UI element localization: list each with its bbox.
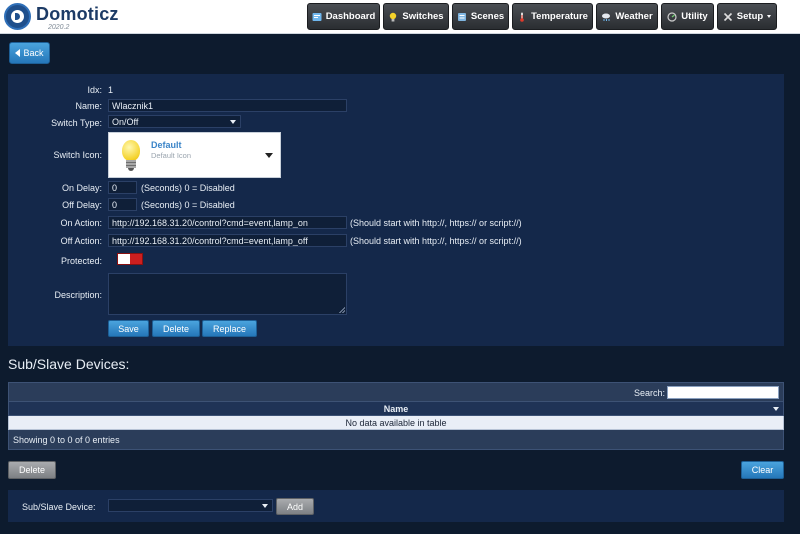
toggle-knob [118,254,130,264]
subslave-device-label: Sub/Slave Device: [22,502,96,512]
nav-utility-label: Utility [681,11,708,22]
back-button[interactable]: Back [9,42,50,64]
off-delay-input[interactable]: 0 [108,198,137,211]
nav-setup-label: Setup [736,11,764,22]
subslave-delete-button[interactable]: Delete [8,461,56,479]
lightbulb-icon [121,140,141,172]
chevron-down-icon [262,504,268,508]
switch-type-value: On/Off [112,117,139,127]
table-header: Name [8,402,784,416]
on-action-input[interactable]: http://192.168.31.20/control?cmd=event,l… [108,216,347,229]
description-label: Description: [54,290,102,300]
nav-switches-label: Switches [402,11,444,22]
nav-scenes[interactable]: Scenes [452,3,509,30]
off-delay-hint: (Seconds) 0 = Disabled [141,200,235,210]
protected-toggle[interactable] [117,253,143,265]
on-action-hint: (Should start with http://, https:// or … [350,218,522,228]
table-row: No data available in table [8,416,784,430]
chevron-down-icon [767,15,772,18]
idx-label: Idx: [87,85,102,95]
nav-temperature-label: Temperature [531,11,588,22]
utility-icon [667,11,677,22]
empty-table-message: No data available in table [345,418,447,428]
app-logo[interactable]: Domoticz 2020.2 [4,3,124,31]
protected-label: Protected: [60,256,102,266]
search-input[interactable] [667,386,779,399]
switch-type-select[interactable]: On/Off [108,115,241,128]
dashboard-icon [312,12,322,21]
domoticz-logo-icon [4,3,31,30]
delete-button[interactable]: Delete [152,320,200,337]
replace-button[interactable]: Replace [202,320,257,337]
add-subslave-panel: Sub/Slave Device: Add [8,490,784,522]
icon-title: Default [151,140,182,150]
top-header: Domoticz 2020.2 Dashboard Switches Scene… [0,0,800,34]
off-action-label: Off Action: [60,236,102,246]
nav-utility[interactable]: Utility [661,3,714,30]
nav-dashboard-label: Dashboard [325,11,376,22]
on-delay-hint: (Seconds) 0 = Disabled [141,183,235,193]
subslave-table: Search: Name No data available in table … [8,382,784,450]
off-action-input[interactable]: http://192.168.31.20/control?cmd=event,l… [108,234,347,247]
subslave-section-title: Sub/Slave Devices: [8,356,130,372]
on-delay-label: On Delay: [61,183,102,193]
switch-icon-select[interactable]: Default Default Icon [108,132,281,178]
name-input[interactable]: Wlacznik1 [108,99,347,112]
thermometer-icon [520,12,524,22]
resize-grip-icon[interactable] [339,307,345,313]
table-footer: Showing 0 to 0 of 0 entries [8,430,784,450]
switch-type-label: Switch Type: [51,118,102,128]
off-delay-label: Off Delay: [62,200,102,210]
app-version: 2020.2 [48,24,70,31]
wrench-icon [723,12,732,21]
arrow-left-icon [15,49,21,57]
device-edit-panel: Idx: 1 Name: Wlacznik1 Switch Type: On/O… [8,74,784,346]
on-delay-input[interactable]: 0 [108,181,137,194]
icon-description: Default Icon [151,151,192,160]
app-name: Domoticz [36,4,119,24]
nav-weather[interactable]: Weather [596,3,658,30]
save-button[interactable]: Save [108,320,149,337]
nav-dashboard[interactable]: Dashboard [307,3,380,30]
lightbulb-icon [390,12,397,21]
name-label: Name: [75,101,102,111]
scenes-icon [457,12,466,21]
description-textarea[interactable] [108,273,347,315]
nav-setup[interactable]: Setup [717,3,777,30]
add-button[interactable]: Add [276,498,314,515]
idx-value: 1 [108,85,114,95]
nav-scenes-label: Scenes [470,11,505,22]
on-action-label: On Action: [60,218,102,228]
nav-weather-label: Weather [615,11,653,22]
back-button-label: Back [23,48,44,58]
switch-icon-label: Switch Icon: [53,150,102,160]
nav-temperature[interactable]: Temperature [512,3,593,30]
column-header-name[interactable]: Name [9,404,783,414]
table-toolbar: Search: [8,382,784,402]
search-label: Search: [633,388,665,398]
table-info: Showing 0 to 0 of 0 entries [13,435,120,445]
chevron-down-icon [230,120,236,124]
subslave-device-select[interactable] [108,499,273,512]
sort-desc-icon[interactable] [773,407,779,411]
nav-switches[interactable]: Switches [383,3,449,30]
off-action-hint: (Should start with http://, https:// or … [350,236,522,246]
chevron-down-icon [265,153,273,158]
weather-icon [602,13,611,21]
clear-button[interactable]: Clear [741,461,784,479]
